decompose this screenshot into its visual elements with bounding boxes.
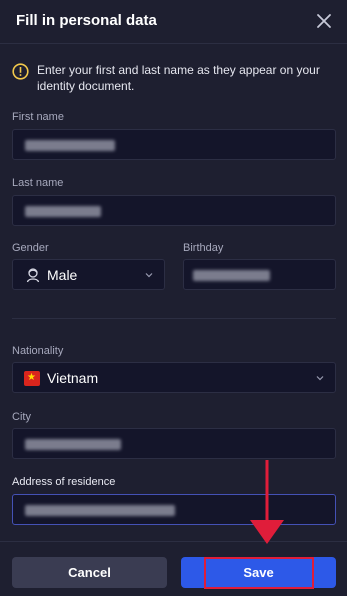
notice-text: Enter your first and last name as they a…	[37, 63, 320, 93]
gender-select[interactable]: Male	[12, 259, 165, 290]
address-field[interactable]	[12, 494, 336, 525]
city-field[interactable]	[12, 428, 336, 459]
divider	[12, 318, 336, 319]
person-icon	[26, 268, 40, 283]
address-label: Address of residence	[12, 476, 116, 488]
dialog-header: Fill in personal data	[0, 0, 347, 44]
nationality-label: Nationality	[12, 345, 64, 357]
last-name-label: Last name	[12, 177, 64, 189]
redacted-value	[25, 206, 101, 217]
save-button[interactable]: Save	[181, 557, 336, 588]
dialog-title: Fill in personal data	[16, 12, 157, 29]
nationality-value: Vietnam	[47, 370, 99, 386]
birthday-label: Birthday	[183, 242, 224, 254]
redacted-value	[25, 140, 115, 151]
cancel-button[interactable]: Cancel	[12, 557, 167, 588]
warning-icon	[12, 63, 29, 80]
vietnam-flag-icon: ★	[24, 371, 40, 386]
last-name-field[interactable]	[12, 195, 336, 226]
gender-label: Gender	[12, 242, 49, 254]
first-name-label: First name	[12, 111, 64, 123]
first-name-field[interactable]	[12, 129, 336, 160]
close-icon[interactable]	[313, 10, 335, 32]
chevron-down-icon	[316, 376, 324, 381]
redacted-value	[25, 439, 121, 450]
redacted-value	[25, 505, 175, 516]
redacted-value	[193, 270, 270, 281]
nationality-select[interactable]: ★ Vietnam	[12, 362, 336, 393]
city-label: City	[12, 411, 31, 423]
chevron-down-icon	[145, 273, 153, 278]
birthday-field[interactable]	[183, 259, 336, 290]
gender-value: Male	[47, 267, 78, 283]
